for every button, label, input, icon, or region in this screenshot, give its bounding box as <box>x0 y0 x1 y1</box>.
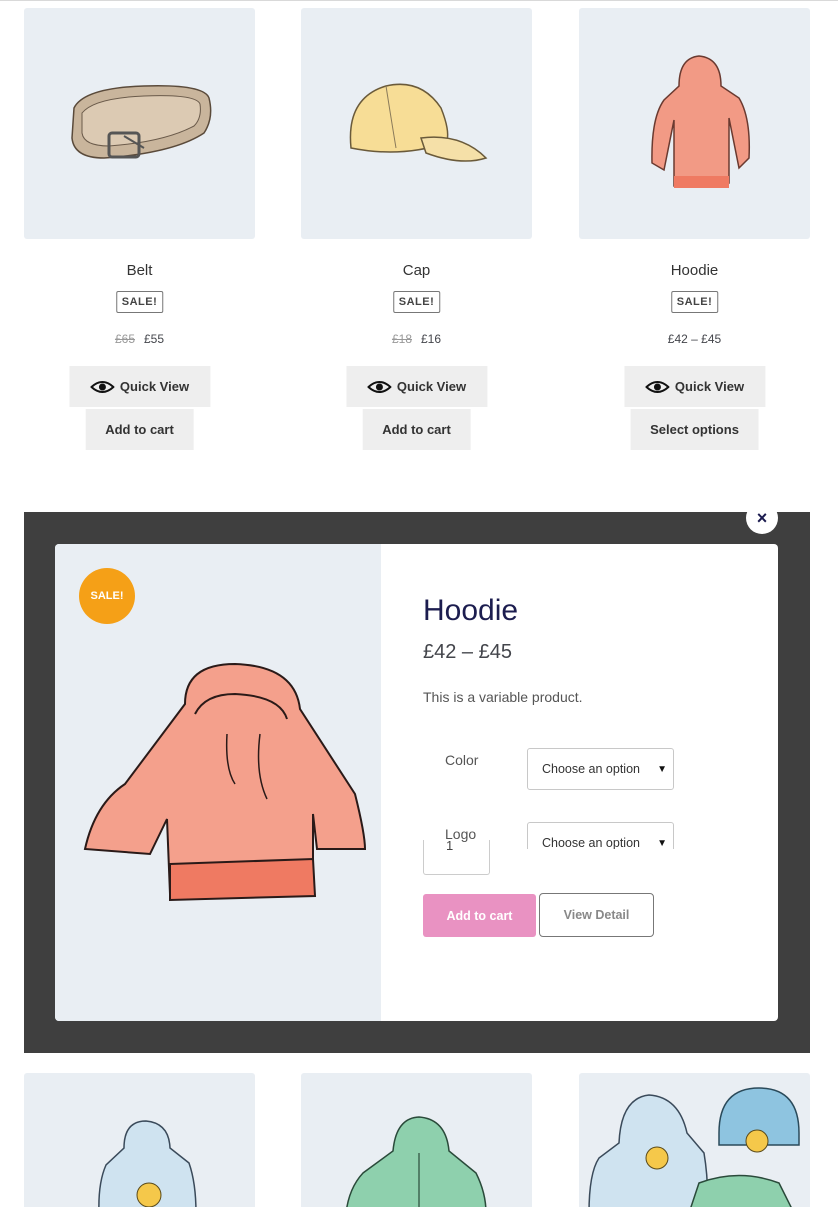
cap-illustration <box>349 83 488 162</box>
add-to-cart-button[interactable]: Add to cart <box>85 409 194 450</box>
product-card-hoodie: Hoodie SALE! £42 – £45 Quick View Select… <box>579 8 810 450</box>
sale-badge: SALE! <box>670 291 719 313</box>
product-image-belt[interactable] <box>24 8 255 239</box>
top-divider <box>0 0 838 1</box>
modal-product-image: SALE! <box>55 544 381 1021</box>
hoodie-large-illustration <box>83 662 367 902</box>
product-title[interactable]: Hoodie <box>579 262 810 279</box>
product-image-logo-collection[interactable] <box>579 1073 810 1207</box>
quantity-value: 1 <box>446 838 454 853</box>
sale-flash-badge: SALE! <box>79 568 135 624</box>
logo-select-value: Choose an option <box>542 836 640 849</box>
modal-product-price: £42 – £45 <box>423 641 512 663</box>
quick-view-label: Quick View <box>396 379 467 394</box>
current-price: £16 <box>421 332 442 346</box>
logo-select[interactable]: Choose an option ▼ <box>527 822 674 849</box>
product-image-hoodie-with-logo[interactable] <box>24 1073 255 1207</box>
current-price: £42 – £45 <box>667 332 722 346</box>
view-detail-button[interactable]: View Detail <box>539 893 654 937</box>
close-icon[interactable]: × <box>746 502 778 534</box>
quick-view-modal: SALE! Hoodie £42 – £45 This is a variabl… <box>55 544 778 1021</box>
sale-badge: SALE! <box>115 291 164 313</box>
chevron-down-icon: ▼ <box>657 837 667 849</box>
old-price: £18 <box>391 332 412 346</box>
eye-icon <box>89 380 114 393</box>
color-select-value: Choose an option <box>542 762 640 776</box>
quick-view-label: Quick View <box>674 379 745 394</box>
product-title[interactable]: Belt <box>24 262 255 279</box>
product-image-cap[interactable] <box>301 8 532 239</box>
quick-view-button[interactable]: Quick View <box>345 366 488 407</box>
sale-badge: SALE! <box>392 291 441 313</box>
product-card-cap: Cap SALE! £18 £16 Quick View Add to cart <box>301 8 532 450</box>
quick-view-button[interactable]: Quick View <box>623 366 766 407</box>
old-price: £65 <box>114 332 135 346</box>
product-title[interactable]: Cap <box>301 262 532 279</box>
belt-illustration <box>71 85 212 159</box>
variation-label-color: Color <box>445 752 479 768</box>
current-price: £55 <box>144 332 165 346</box>
quick-view-label: Quick View <box>119 379 190 394</box>
add-to-cart-button[interactable]: Add to cart <box>423 894 536 937</box>
quick-view-button[interactable]: Quick View <box>68 366 211 407</box>
quantity-input[interactable]: 1 <box>423 838 490 875</box>
product-price: £18 £16 <box>301 332 532 346</box>
eye-icon <box>366 380 391 393</box>
variations-form: Color Choose an option ▼ Logo Choose an … <box>423 744 723 849</box>
modal-product-title: Hoodie <box>423 594 519 627</box>
add-to-cart-button[interactable]: Add to cart <box>362 409 471 450</box>
product-image-hoodie[interactable] <box>579 8 810 239</box>
eye-icon <box>644 380 669 393</box>
modal-product-description: This is a variable product. <box>423 689 583 705</box>
product-card-belt: Belt SALE! £65 £55 Quick View Add to cart <box>24 8 255 450</box>
product-price: £42 – £45 <box>579 332 810 346</box>
chevron-down-icon: ▼ <box>657 763 667 775</box>
color-select[interactable]: Choose an option ▼ <box>527 748 674 790</box>
hoodie-illustration <box>651 55 751 188</box>
product-image-hoodie-with-zipper[interactable] <box>301 1073 532 1207</box>
product-price: £65 £55 <box>24 332 255 346</box>
select-options-button[interactable]: Select options <box>630 409 759 450</box>
